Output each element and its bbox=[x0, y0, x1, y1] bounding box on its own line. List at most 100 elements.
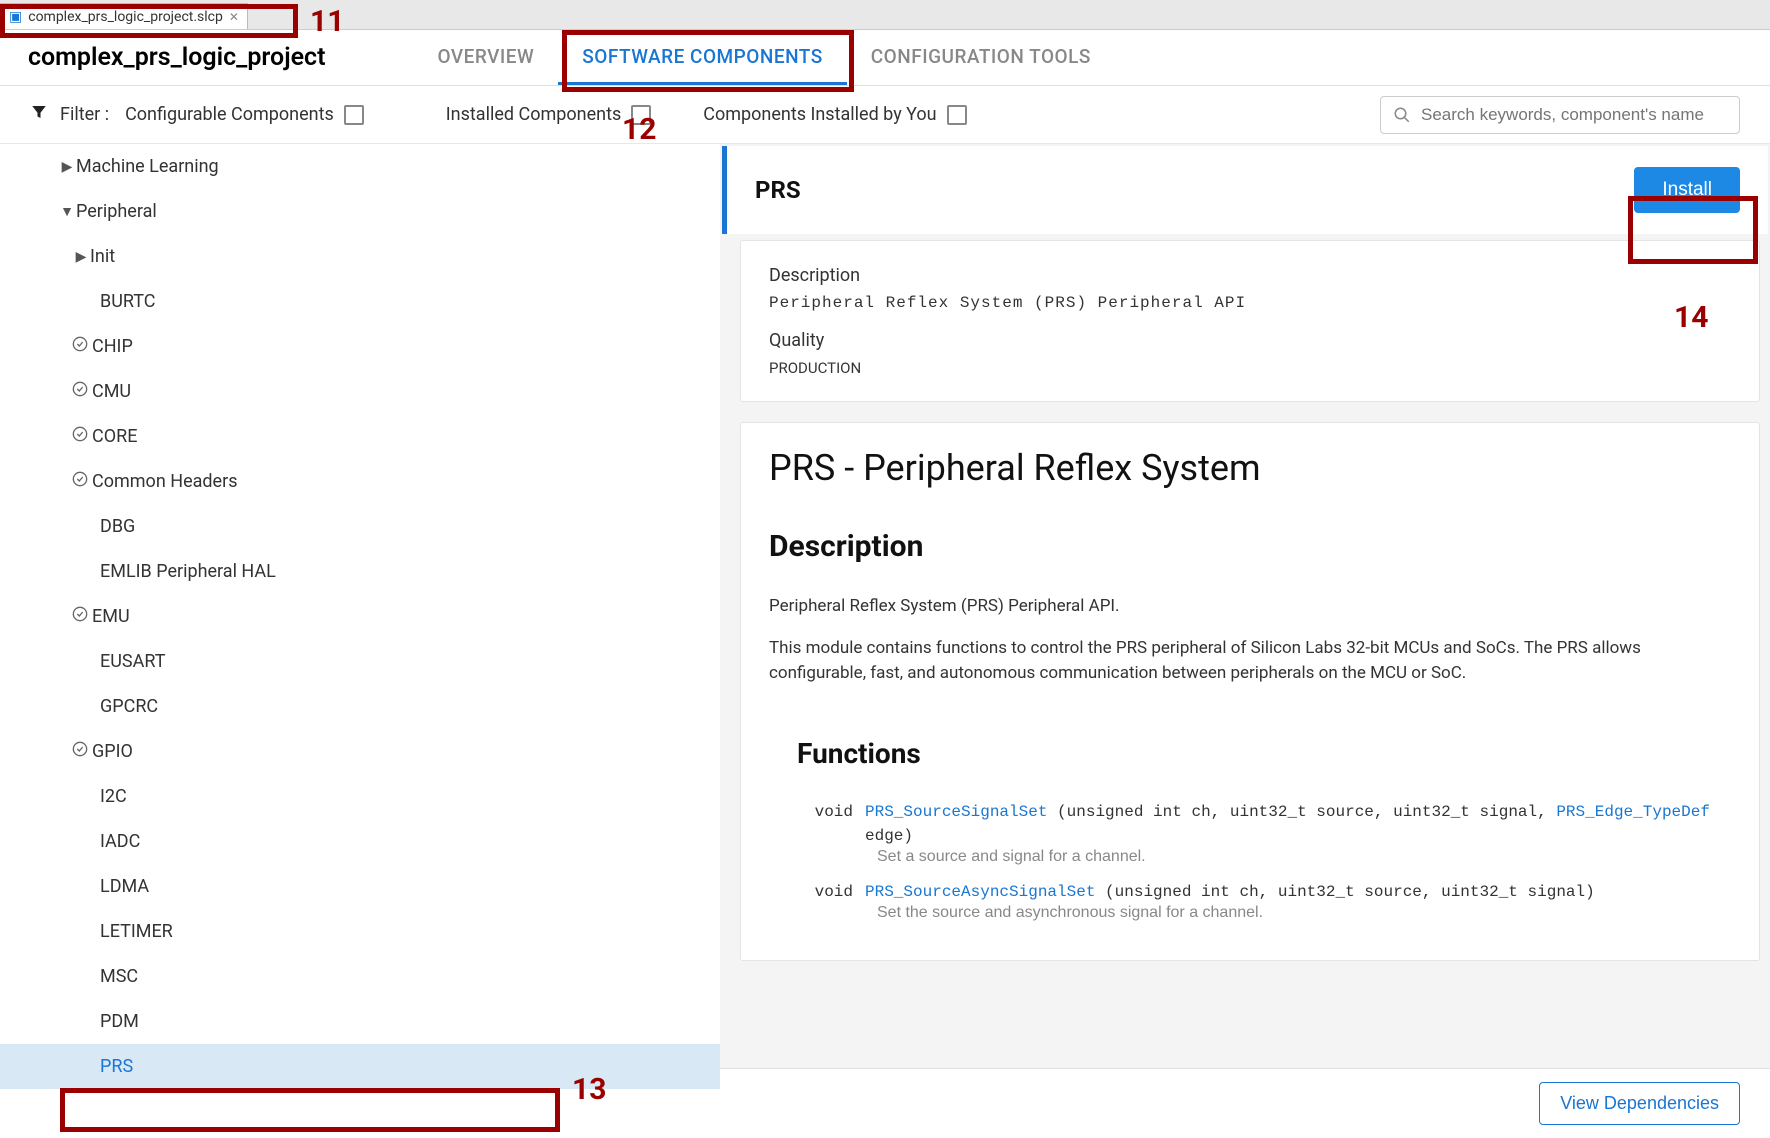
tree-item-init[interactable]: ▶Init bbox=[0, 234, 720, 279]
fn2-return: void bbox=[809, 880, 865, 904]
filter-configurable-checkbox[interactable] bbox=[344, 105, 364, 125]
doc-card: PRS - Peripheral Reflex System Descripti… bbox=[740, 422, 1760, 961]
tab-configuration-tools[interactable]: CONFIGURATION TOOLS bbox=[847, 31, 1115, 85]
tree-item-label: Machine Learning bbox=[76, 156, 219, 177]
fn1-args-pre: (unsigned int ch, uint32_t source, uint3… bbox=[1047, 803, 1556, 821]
doc-description-heading: Description bbox=[769, 529, 1731, 564]
check-icon bbox=[72, 336, 92, 357]
tree-item-label: MSC bbox=[100, 966, 138, 987]
tree-item-label: GPCRC bbox=[100, 696, 158, 717]
tree-item-msc[interactable]: MSC bbox=[0, 954, 720, 999]
function-signature: void PRS_SourceSignalSet (unsigned int c… bbox=[809, 800, 1731, 848]
tree-item-common-headers[interactable]: Common Headers bbox=[0, 459, 720, 504]
tree-item-cmu[interactable]: CMU bbox=[0, 369, 720, 414]
tree-item-label: EMU bbox=[92, 606, 130, 627]
detail-footer: View Dependencies bbox=[720, 1068, 1770, 1138]
fn1-type[interactable]: PRS_Edge_TypeDef bbox=[1556, 803, 1710, 821]
meta-card: Description Peripheral Reflex System (PR… bbox=[740, 240, 1760, 402]
tree-item-label: I2C bbox=[100, 786, 127, 807]
tree-item-label: Common Headers bbox=[92, 471, 238, 492]
fn2-name[interactable]: PRS_SourceAsyncSignalSet bbox=[865, 883, 1095, 901]
tree-item-iadc[interactable]: IADC bbox=[0, 819, 720, 864]
function-signature: void PRS_SourceAsyncSignalSet (unsigned … bbox=[809, 880, 1731, 904]
tree-item-gpio[interactable]: GPIO bbox=[0, 729, 720, 774]
detail-header: PRS Install bbox=[722, 146, 1768, 234]
filter-by-you-label: Components Installed by You bbox=[703, 104, 936, 125]
filter-by-you-checkbox[interactable] bbox=[947, 105, 967, 125]
quality-label: Quality bbox=[769, 330, 1731, 351]
caret-right-icon: ▶ bbox=[58, 159, 76, 175]
file-icon: ▣ bbox=[9, 9, 22, 25]
tree-item-label: Peripheral bbox=[76, 201, 157, 222]
functions-heading: Functions bbox=[797, 737, 1731, 770]
description-label: Description bbox=[769, 265, 1731, 286]
doc-title: PRS - Peripheral Reflex System bbox=[769, 447, 1731, 489]
check-icon bbox=[72, 381, 92, 402]
component-tree[interactable]: ▶Machine Learning▼Peripheral▶InitBURTCCH… bbox=[0, 144, 720, 1138]
tree-item-core[interactable]: CORE bbox=[0, 414, 720, 459]
search-input[interactable] bbox=[1421, 105, 1727, 125]
tab-overview[interactable]: OVERVIEW bbox=[413, 31, 558, 85]
tree-item-i2c[interactable]: I2C bbox=[0, 774, 720, 819]
editor-tabbar: ▣ complex_prs_logic_project.slcp ✕ bbox=[0, 0, 1770, 30]
project-header: complex_prs_logic_project OVERVIEW SOFTW… bbox=[0, 30, 1770, 86]
tree-item-label: PRS bbox=[100, 1056, 133, 1077]
nav-tabs: OVERVIEW SOFTWARE COMPONENTS CONFIGURATI… bbox=[413, 31, 1114, 85]
filter-label: Filter : bbox=[60, 104, 109, 125]
fn2-args: (unsigned int ch, uint32_t source, uint3… bbox=[1095, 883, 1594, 901]
tree-item-machine-learning[interactable]: ▶Machine Learning bbox=[0, 144, 720, 189]
tree-item-label: GPIO bbox=[92, 741, 133, 762]
file-tab-label: complex_prs_logic_project.slcp bbox=[28, 9, 223, 25]
component-title: PRS bbox=[755, 176, 1634, 204]
search-icon bbox=[1393, 106, 1411, 124]
search-box[interactable] bbox=[1380, 96, 1740, 134]
detail-scroll[interactable]: Description Peripheral Reflex System (PR… bbox=[720, 240, 1770, 1068]
tree-item-label: EMLIB Peripheral HAL bbox=[100, 561, 276, 582]
tab-software-components[interactable]: SOFTWARE COMPONENTS bbox=[558, 31, 847, 85]
caret-right-icon: ▶ bbox=[72, 249, 90, 265]
detail-panel: PRS Install Description Peripheral Refle… bbox=[720, 144, 1770, 1138]
fn1-args-post: edge) bbox=[865, 827, 913, 845]
tree-item-eusart[interactable]: EUSART bbox=[0, 639, 720, 684]
tree-item-emu[interactable]: EMU bbox=[0, 594, 720, 639]
fn1-name[interactable]: PRS_SourceSignalSet bbox=[865, 803, 1047, 821]
tree-item-label: DBG bbox=[100, 516, 135, 537]
tree-item-label: LETIMER bbox=[100, 921, 173, 942]
tree-item-label: EUSART bbox=[100, 651, 165, 672]
description-text: Peripheral Reflex System (PRS) Periphera… bbox=[769, 294, 1731, 312]
tree-item-dbg[interactable]: DBG bbox=[0, 504, 720, 549]
fn1-return: void bbox=[809, 800, 865, 848]
install-button[interactable]: Install bbox=[1634, 167, 1740, 213]
fn2-desc: Set the source and asynchronous signal f… bbox=[877, 904, 1731, 922]
tree-item-prs[interactable]: PRS bbox=[0, 1044, 720, 1089]
tree-item-chip[interactable]: CHIP bbox=[0, 324, 720, 369]
main-split: ▶Machine Learning▼Peripheral▶InitBURTCCH… bbox=[0, 144, 1770, 1138]
filter-configurable-label: Configurable Components bbox=[125, 104, 334, 125]
doc-p1: Peripheral Reflex System (PRS) Periphera… bbox=[769, 594, 1731, 620]
tree-item-label: CHIP bbox=[92, 336, 133, 357]
check-icon bbox=[72, 426, 92, 447]
doc-p2: This module contains functions to contro… bbox=[769, 636, 1731, 687]
tree-item-label: PDM bbox=[100, 1011, 139, 1032]
tree-item-label: BURTC bbox=[100, 291, 156, 312]
filter-installed-label: Installed Components bbox=[446, 104, 621, 125]
tree-item-letimer[interactable]: LETIMER bbox=[0, 909, 720, 954]
tree-item-burtc[interactable]: BURTC bbox=[0, 279, 720, 324]
tree-item-label: CMU bbox=[92, 381, 131, 402]
filter-icon bbox=[30, 103, 48, 126]
filter-installed-checkbox[interactable] bbox=[631, 105, 651, 125]
tree-item-ldma[interactable]: LDMA bbox=[0, 864, 720, 909]
quality-value: PRODUCTION bbox=[769, 359, 1731, 377]
close-icon[interactable]: ✕ bbox=[229, 10, 239, 24]
tree-item-gpcrc[interactable]: GPCRC bbox=[0, 684, 720, 729]
project-title: complex_prs_logic_project bbox=[0, 43, 353, 72]
tree-item-label: LDMA bbox=[100, 876, 149, 897]
file-tab[interactable]: ▣ complex_prs_logic_project.slcp ✕ bbox=[0, 3, 248, 29]
filter-bar: Filter : Configurable Components Install… bbox=[0, 86, 1770, 144]
tree-item-emlib-peripheral-hal[interactable]: EMLIB Peripheral HAL bbox=[0, 549, 720, 594]
tree-item-peripheral[interactable]: ▼Peripheral bbox=[0, 189, 720, 234]
tree-item-label: IADC bbox=[100, 831, 140, 852]
tree-item-pdm[interactable]: PDM bbox=[0, 999, 720, 1044]
tree-item-label: Init bbox=[90, 246, 115, 267]
view-dependencies-button[interactable]: View Dependencies bbox=[1539, 1082, 1740, 1125]
